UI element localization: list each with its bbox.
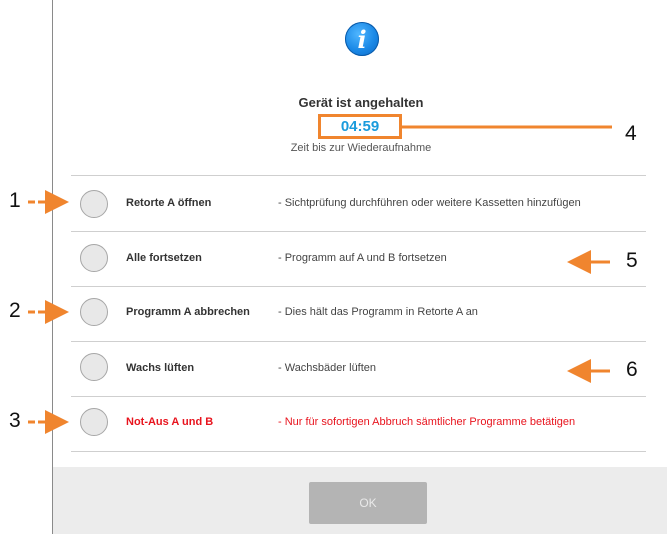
callout-number-1: 1 — [9, 189, 21, 212]
callout-number-5: 5 — [626, 249, 638, 272]
callout-number-3: 3 — [9, 409, 21, 432]
callout-number-4: 4 — [625, 122, 637, 145]
callout-number-6: 6 — [626, 358, 638, 381]
callout-number-2: 2 — [9, 299, 21, 322]
callout-arrows — [28, 125, 612, 434]
